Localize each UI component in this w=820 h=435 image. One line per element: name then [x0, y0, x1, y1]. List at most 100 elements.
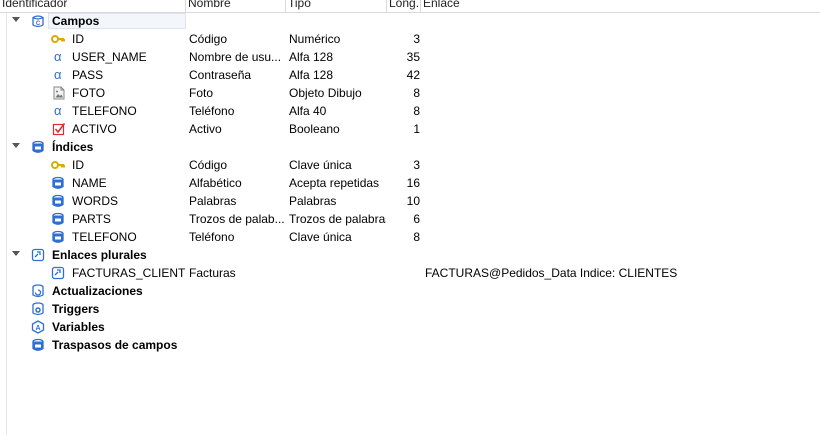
group-label: Actualizaciones [52, 284, 143, 298]
field-name: Activo [189, 122, 222, 136]
database-icon [52, 230, 64, 243]
field-name: Foto [189, 86, 214, 100]
field-length: 8 [413, 86, 420, 100]
alpha-icon: α [54, 67, 62, 82]
group-label: Índices [52, 140, 94, 154]
field-length: 42 [406, 68, 420, 82]
group-traspasos[interactable]: Traspasos de campos [0, 336, 820, 354]
field-name: Teléfono [189, 104, 235, 118]
column-nombre[interactable]: Nombre [186, 0, 286, 12]
index-name: Teléfono [189, 230, 235, 244]
link-identifier: FACTURAS_CLIENTES [72, 266, 186, 280]
link-icon [51, 266, 65, 280]
field-type: Numérico [289, 32, 341, 46]
key-icon [51, 161, 65, 169]
field-identifier: FOTO [72, 86, 106, 100]
group-actualizaciones[interactable]: Actualizaciones [0, 282, 820, 300]
gear-database-icon [32, 302, 44, 316]
index-identifier: PARTS [72, 212, 111, 226]
index-length: 8 [413, 230, 420, 244]
field-length: 35 [406, 50, 420, 64]
field-row[interactable]: α PASS Contraseña Alfa 128 42 [0, 66, 820, 84]
index-name: Trozos de palab... [189, 212, 285, 226]
field-type: Alfa 40 [289, 104, 327, 118]
field-row[interactable]: FOTO Foto Objeto Dibujo 8 [0, 84, 820, 102]
group-label: Traspasos de campos [52, 338, 178, 352]
group-enlaces-plurales[interactable]: Enlaces plurales [0, 246, 820, 264]
column-tipo[interactable]: Tipo [286, 0, 387, 12]
field-name: Nombre de usu... [189, 50, 282, 64]
field-row[interactable]: ACTIVO Activo Booleano 1 [0, 120, 820, 138]
image-file-icon [53, 86, 65, 100]
index-length: 6 [413, 212, 420, 226]
group-label: Triggers [52, 302, 100, 316]
field-type: Alfa 128 [289, 50, 334, 64]
column-identificador[interactable]: Identificador [0, 0, 186, 12]
index-identifier: WORDS [72, 194, 118, 208]
chevron-down-icon[interactable] [12, 17, 20, 22]
index-length: 16 [406, 176, 420, 190]
database-icon [32, 140, 44, 153]
field-row[interactable]: α TELEFONO Teléfono Alfa 40 8 [0, 102, 820, 120]
index-length: 3 [413, 158, 420, 172]
index-name: Alfabético [189, 176, 242, 190]
link-name: Facturas [189, 266, 236, 280]
index-row[interactable]: NAME Alfabético Acepta repetidas 16 [0, 174, 820, 192]
alpha-icon: α [54, 49, 62, 64]
link-row[interactable]: FACTURAS_CLIENTES Facturas FACTURAS@Pedi… [0, 264, 820, 282]
link-target: FACTURAS@Pedidos_Data Indice: CLIENTES [425, 266, 678, 280]
index-length: 10 [406, 194, 420, 208]
key-icon [51, 35, 65, 43]
group-campos[interactable]: C Campos [0, 12, 820, 30]
field-type: Alfa 128 [289, 68, 334, 82]
index-name: Palabras [189, 194, 237, 208]
index-type: Acepta repetidas [289, 176, 380, 190]
group-label: Variables [52, 320, 105, 334]
column-enlace[interactable]: Enlace [421, 0, 820, 12]
field-identifier: ID [72, 32, 84, 46]
field-name: Contraseña [189, 68, 252, 82]
index-identifier: NAME [72, 176, 107, 190]
field-identifier: PASS [72, 68, 104, 82]
chevron-down-icon[interactable] [12, 143, 20, 148]
index-row[interactable]: PARTS Trozos de palab... Trozos de palab… [0, 210, 820, 228]
index-row[interactable]: ID Código Clave única 3 [0, 156, 820, 174]
column-long[interactable]: Long. [387, 0, 421, 12]
field-identifier: ACTIVO [72, 122, 117, 136]
link-icon [31, 248, 45, 262]
index-row[interactable]: WORDS Palabras Palabras 10 [0, 192, 820, 210]
group-indices[interactable]: Índices [0, 138, 820, 156]
group-triggers[interactable]: Triggers [0, 300, 820, 318]
group-label: Enlaces plurales [52, 248, 147, 262]
index-type: Clave única [289, 230, 352, 244]
field-type: Objeto Dibujo [289, 86, 362, 100]
index-type: Trozos de palabras [289, 212, 386, 226]
checkbox-checked-icon [52, 123, 66, 136]
alpha-icon: α [54, 103, 62, 118]
index-identifier: ID [72, 158, 84, 172]
field-identifier: USER_NAME [72, 50, 147, 64]
database-icon [52, 194, 64, 207]
field-length: 1 [413, 122, 420, 136]
index-type: Clave única [289, 158, 352, 172]
group-label: Campos [52, 14, 100, 28]
variables-icon: A [31, 320, 45, 334]
field-type: Booleano [289, 122, 340, 136]
index-type: Palabras [289, 194, 337, 208]
field-length: 3 [413, 32, 420, 46]
svg-text:C: C [36, 21, 41, 27]
group-variables[interactable]: A Variables [0, 318, 820, 336]
database-icon [32, 338, 44, 351]
field-row[interactable]: α USER_NAME Nombre de usu... Alfa 128 35 [0, 48, 820, 66]
index-name: Código [189, 158, 228, 172]
field-row[interactable]: ID Código Numérico 3 [0, 30, 820, 48]
database-icon [52, 176, 64, 189]
refresh-database-icon [32, 284, 44, 298]
chevron-down-icon[interactable] [12, 251, 20, 256]
database-icon [52, 212, 64, 225]
table-icon: C [32, 15, 44, 28]
svg-text:A: A [35, 325, 40, 332]
field-length: 8 [413, 104, 420, 118]
field-name: Código [189, 32, 228, 46]
index-row[interactable]: TELEFONO Teléfono Clave única 8 [0, 228, 820, 246]
